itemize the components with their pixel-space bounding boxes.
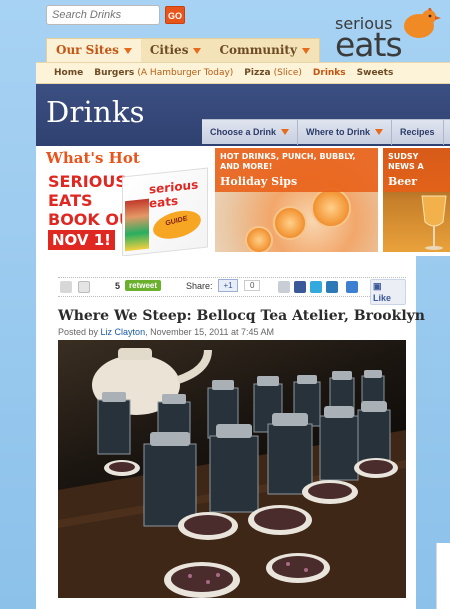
drinks-nav-choose[interactable]: Choose a Drink [202, 119, 299, 145]
beer-glass-image [421, 195, 447, 250]
feature-holiday-sips[interactable]: HOT DRINKS, PUNCH, BUBBLY, AND MORE! Hol… [215, 148, 378, 252]
post-title[interactable]: Where We Steep: Bellocq Tea Atelier, Bro… [58, 308, 425, 324]
subnav-sweets[interactable]: Sweets [357, 68, 394, 78]
nav-community-label: Community [219, 43, 297, 57]
orange-slice-image [245, 226, 273, 252]
dropdown-arrow-icon [375, 129, 384, 136]
home-icon[interactable] [278, 281, 290, 293]
sub-nav: Home Burgers (A Hamburger Today) Pizza (… [36, 62, 450, 84]
subnav-pizza-label: Pizza [244, 68, 271, 78]
ad-line: SERIOUS [48, 172, 127, 191]
subnav-home[interactable]: Home [54, 68, 83, 78]
subnav-burgers-note: (A Hamburger Today) [137, 68, 234, 78]
logo-line2: eats [335, 25, 403, 64]
book-food-image [125, 198, 149, 252]
feature-headline: Beer [388, 175, 418, 188]
plus-one-count: 0 [244, 280, 261, 291]
nav-cities-label: Cities [149, 43, 189, 57]
subnav-burgers-label: Burgers [94, 68, 135, 78]
dropdown-arrow-icon [281, 129, 290, 136]
whats-hot-label: What's Hot [46, 149, 140, 167]
subnav-pizza-note: (Slice) [273, 68, 302, 78]
book-cover-image: serious eats GUIDE [122, 167, 208, 257]
article-area: 5 retweet Share: +1 0 ▣ Like Where We St… [36, 256, 425, 609]
byline: Posted by Liz Clayton, November 15, 2011… [58, 327, 274, 337]
dropdown-arrow-icon [123, 48, 132, 54]
share-label: Share: [186, 281, 213, 291]
section-title: Drinks [46, 95, 145, 129]
orange-slice-image [311, 188, 351, 228]
delicious-icon[interactable] [326, 281, 338, 293]
drinks-nav: Choose a Drink Where to Drink Recipes T [202, 119, 450, 145]
ad-date: NOV 1! [48, 230, 116, 250]
subnav-pizza[interactable]: Pizza (Slice) [244, 68, 302, 78]
retweet-button[interactable]: retweet [125, 280, 162, 291]
book-title: serious eats [149, 177, 199, 211]
subnav-drinks[interactable]: Drinks [313, 68, 346, 78]
book-ad[interactable]: SERIOUS EATS BOOK OUT NOV 1! serious eat… [46, 167, 212, 257]
post-date: , November 15, 2011 at 7:45 AM [145, 327, 274, 337]
drinks-nav-choose-label: Choose a Drink [210, 126, 277, 137]
section-header: Drinks Choose a Drink Where to Drink Rec… [36, 84, 450, 146]
feature-kicker: HOT DRINKS, PUNCH, BUBBLY, AND MORE! [220, 152, 356, 171]
nav-our-sites[interactable]: Our Sites [47, 39, 141, 63]
serious-eats-logo[interactable]: serious eats [335, 4, 445, 64]
tea-tins-photo [58, 340, 406, 598]
nav-cities[interactable]: Cities [141, 39, 211, 63]
dropdown-arrow-icon [193, 48, 202, 54]
share-bar: 5 retweet Share: +1 0 ▣ Like [58, 277, 406, 305]
drinks-nav-more[interactable]: T [444, 120, 450, 145]
drinks-nav-where[interactable]: Where to Drink [298, 119, 393, 145]
byline-prefix: Posted by [58, 327, 99, 337]
orange-slice-image [273, 206, 307, 240]
main-nav: Our Sites Cities Community [46, 38, 320, 63]
facebook-icon[interactable] [294, 281, 306, 293]
feature-kicker: SUDSY NEWS A [388, 152, 424, 171]
plus-one-button[interactable]: +1 [218, 279, 238, 292]
dropdown-arrow-icon [301, 48, 310, 54]
facebook-like-button[interactable]: ▣ Like [370, 279, 406, 305]
print-icon[interactable] [60, 281, 72, 293]
drinks-nav-where-label: Where to Drink [306, 126, 371, 137]
author-link[interactable]: Liz Clayton [101, 327, 146, 337]
retweet-count: 5 [115, 281, 121, 291]
search-input[interactable] [46, 5, 160, 25]
go-button[interactable]: GO [165, 6, 185, 24]
feature-headline: Holiday Sips [220, 175, 298, 188]
search-area: GO [46, 5, 185, 25]
like-thumb-icon: ▣ [373, 281, 382, 291]
stumbleupon-icon[interactable] [346, 281, 358, 293]
nav-community[interactable]: Community [210, 39, 318, 63]
email-icon[interactable] [78, 281, 90, 293]
feature-beer[interactable]: SUDSY NEWS A Beer [383, 148, 450, 252]
nav-our-sites-label: Our Sites [56, 43, 119, 57]
ad-line: EATS [48, 191, 93, 210]
tea-tins-illustration [58, 348, 406, 598]
whats-hot-strip: What's Hot SERIOUS EATS BOOK OUT NOV 1! … [36, 146, 450, 257]
feature-caption: HOT DRINKS, PUNCH, BUBBLY, AND MORE! Hol… [215, 148, 378, 192]
book-guide-badge: GUIDE [151, 206, 203, 244]
twitter-icon[interactable] [310, 281, 322, 293]
drinks-nav-recipes[interactable]: Recipes [392, 119, 444, 145]
subnav-burgers[interactable]: Burgers (A Hamburger Today) [94, 68, 233, 78]
feature-caption: SUDSY NEWS A Beer [383, 148, 450, 192]
bird-logo-icon [404, 8, 441, 38]
sidebar-edge [436, 543, 450, 609]
like-label: Like [373, 293, 392, 303]
